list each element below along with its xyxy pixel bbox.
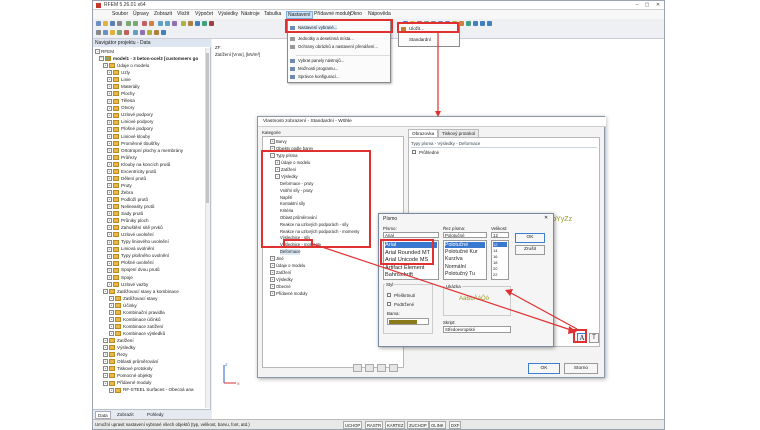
arrow-head-down bbox=[435, 111, 441, 117]
rfem-window: RFEM 5.26.01 x64 – ▢ ✕ Soubor Úpravy Zob… bbox=[92, 0, 665, 430]
arrow-line-to-font bbox=[510, 292, 578, 330]
arrow-head-to-font bbox=[505, 289, 513, 296]
annotation-arrows bbox=[312, 31, 578, 334]
arrow-line-diagonal bbox=[312, 243, 572, 331]
